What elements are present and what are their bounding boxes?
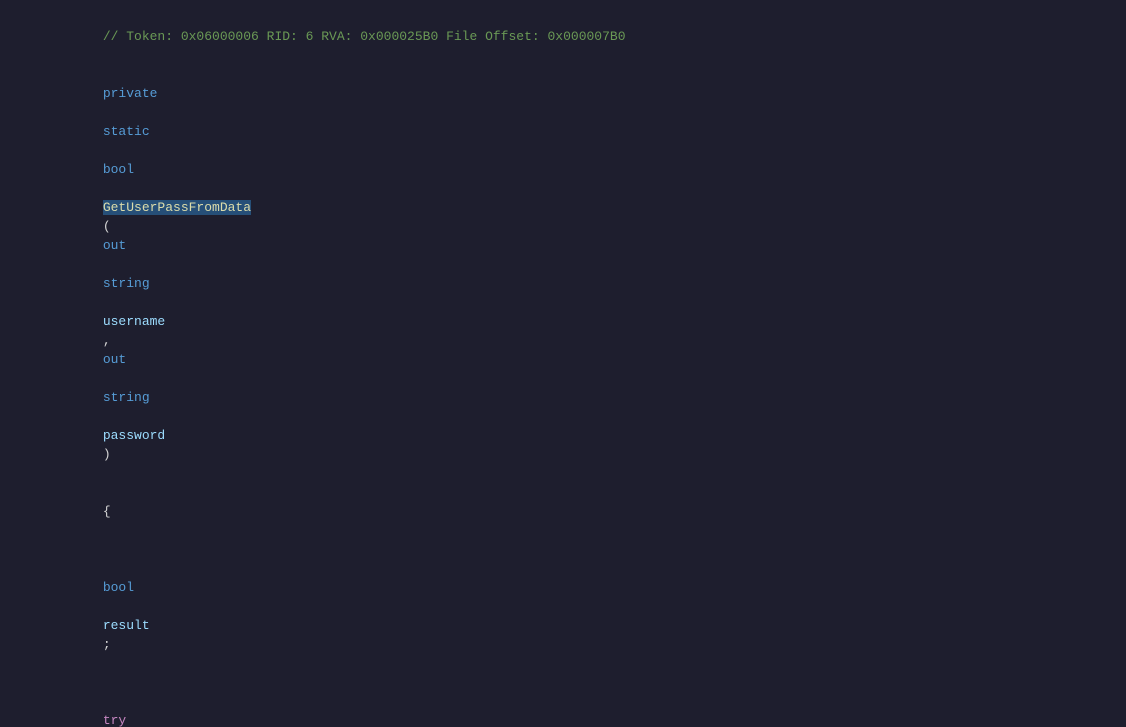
keyword: private [103, 86, 158, 101]
keyword: string [103, 276, 150, 291]
keyword: bool [103, 580, 134, 595]
keyword-ctrl: try [103, 713, 126, 727]
comment-text: // Token: 0x06000006 RID: 6 RVA: 0x00002… [103, 29, 626, 44]
method-name-highlight: GetUserPassFromData [103, 200, 251, 215]
keyword: bool [103, 162, 134, 177]
code-line: // Token: 0x06000006 RID: 6 RVA: 0x00002… [0, 8, 1126, 65]
line-content: // Token: 0x06000006 RID: 6 RVA: 0x00002… [48, 8, 1110, 65]
line-content: bool result ; [48, 540, 1110, 673]
param: password [103, 428, 165, 443]
variable: result [103, 618, 150, 633]
line-content: try [48, 673, 1110, 727]
line-content: { [48, 483, 1110, 540]
code-line: bool result ; [0, 540, 1126, 673]
code-editor: // Token: 0x06000006 RID: 6 RVA: 0x00002… [0, 0, 1126, 727]
code-line: { [0, 483, 1126, 540]
code-line: private static bool GetUserPassFromData … [0, 65, 1126, 483]
keyword: out [103, 352, 126, 367]
line-content: private static bool GetUserPassFromData … [48, 65, 1110, 483]
keyword: static [103, 124, 150, 139]
param: username [103, 314, 165, 329]
code-line: try [0, 673, 1126, 727]
keyword: out [103, 238, 126, 253]
keyword: string [103, 390, 150, 405]
